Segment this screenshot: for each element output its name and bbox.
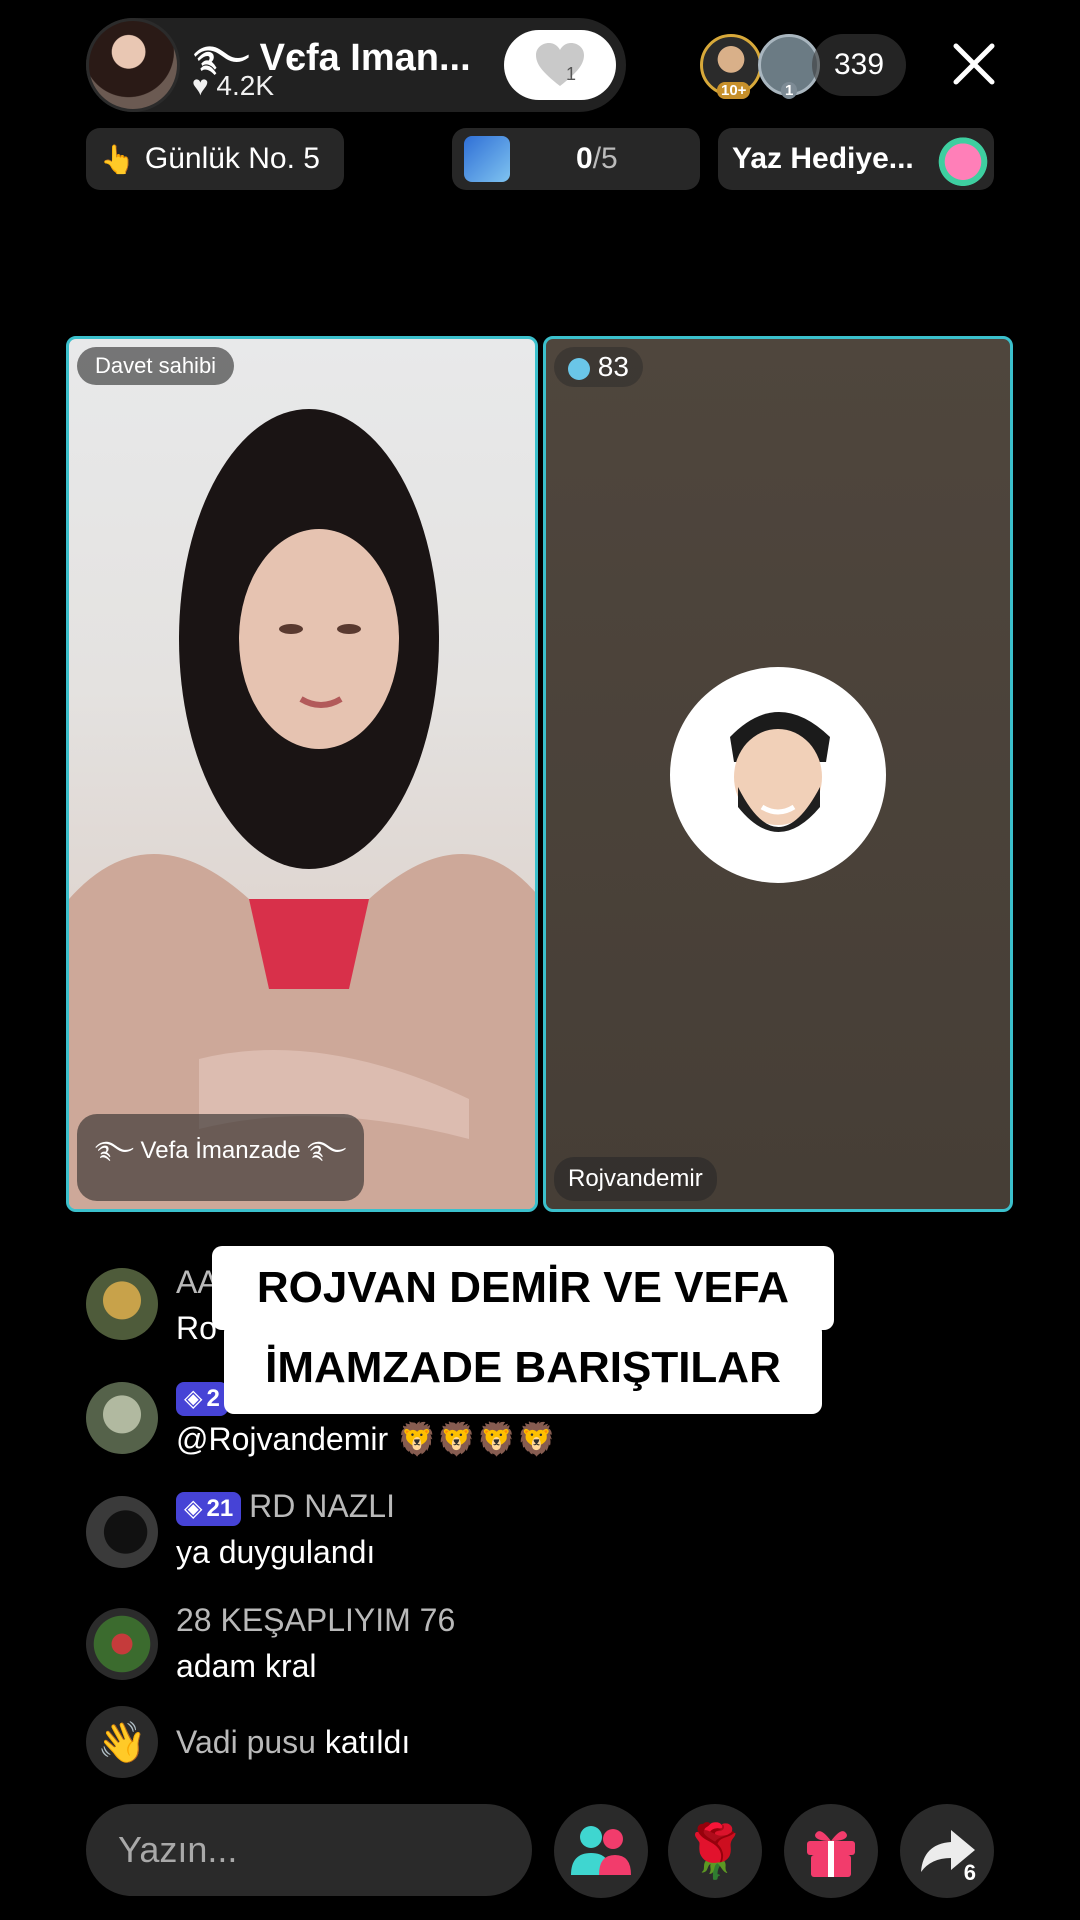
guest-video-panel[interactable]: 83 Rojvandemir	[543, 336, 1013, 1212]
gift-icon	[807, 1831, 855, 1877]
heart-icon: ♥	[192, 70, 209, 101]
viewer-count[interactable]: 339	[812, 34, 906, 96]
host-role-tag: Davet sahibi	[77, 347, 235, 385]
rose-gift-button[interactable]: 🌹	[668, 1804, 762, 1898]
level-badge: ◈ 21	[176, 1491, 242, 1526]
goal-pill[interactable]: 0/5	[452, 128, 700, 190]
host-likes: ♥ 4.2K	[192, 70, 275, 101]
top-viewer-avatar-1[interactable]: 10+	[700, 34, 762, 99]
guest-score-tag: 83	[554, 347, 643, 387]
share-count: 6	[963, 1860, 976, 1885]
rose-icon: 🌹	[682, 1822, 748, 1881]
wave-hand-icon: 👋	[97, 1720, 147, 1765]
gift-event-pill[interactable]: Yaz Hediye...	[718, 128, 994, 190]
comment-input[interactable]: Yazın...	[86, 1804, 532, 1896]
chat-message: ya duygulandı	[176, 1534, 376, 1570]
heart-outline-icon	[536, 43, 584, 86]
score-diamond-icon	[568, 357, 590, 380]
join-avatar: 👋	[86, 1706, 158, 1778]
diamond-icon: ◈	[184, 1495, 203, 1523]
host-video-panel[interactable]: Davet sahibi ࿐ Vefa İmanzade ࿐	[66, 336, 538, 1212]
pink-car-icon	[936, 132, 990, 186]
top-viewer-avatar-2[interactable]: 1	[758, 34, 820, 99]
caption-line-2: İMAMZADE BARIŞTILAR	[224, 1322, 822, 1414]
level-badge: ◈ 2	[176, 1381, 228, 1416]
chat-avatar[interactable]	[86, 1496, 158, 1568]
daily-rank-pill[interactable]: 👆 Günlük No. 5	[86, 128, 344, 190]
guest-name-tag[interactable]: Rojvandemir	[554, 1157, 717, 1201]
chat-message: adam kral	[176, 1648, 317, 1684]
join-notice: Vadi pusu katıldı	[176, 1724, 411, 1760]
chat-message: Ro	[176, 1310, 217, 1346]
diamond-icon: ◈	[184, 1385, 203, 1413]
chat-username[interactable]: ◈ 21 RD NAZLI	[176, 1488, 395, 1526]
wind-deco-icon: ࿐	[95, 1137, 134, 1164]
host-video-figure	[69, 409, 535, 1209]
chat-avatar[interactable]	[86, 1268, 158, 1340]
wind-deco-icon: ࿐	[307, 1137, 347, 1164]
thumb-icon: 👆	[100, 143, 135, 175]
chat-avatar[interactable]	[86, 1382, 158, 1454]
host-avatar[interactable]	[86, 18, 180, 112]
goal-badge-icon	[464, 136, 510, 182]
chat-avatar[interactable]	[86, 1608, 158, 1680]
bearded-man-icon	[730, 712, 830, 832]
close-button[interactable]	[946, 36, 1002, 92]
gift-button[interactable]	[784, 1804, 878, 1898]
multi-guest-button[interactable]	[554, 1804, 648, 1898]
follow-button[interactable]: 1	[504, 30, 616, 100]
left-name-tag[interactable]: ࿐ Vefa İmanzade ࿐	[77, 1114, 365, 1201]
caption-line-1: ROJVAN DEMİR VE VEFA	[212, 1246, 834, 1330]
people-icon	[571, 1826, 631, 1875]
chat-message: @Rojvandemir 🦁🦁🦁🦁	[176, 1421, 557, 1457]
share-button[interactable]: 6	[900, 1804, 994, 1898]
close-icon	[953, 43, 995, 85]
chat-username[interactable]: 28 KEŞAPLIYIM 76	[176, 1602, 455, 1639]
follow-count: 1	[566, 64, 577, 84]
